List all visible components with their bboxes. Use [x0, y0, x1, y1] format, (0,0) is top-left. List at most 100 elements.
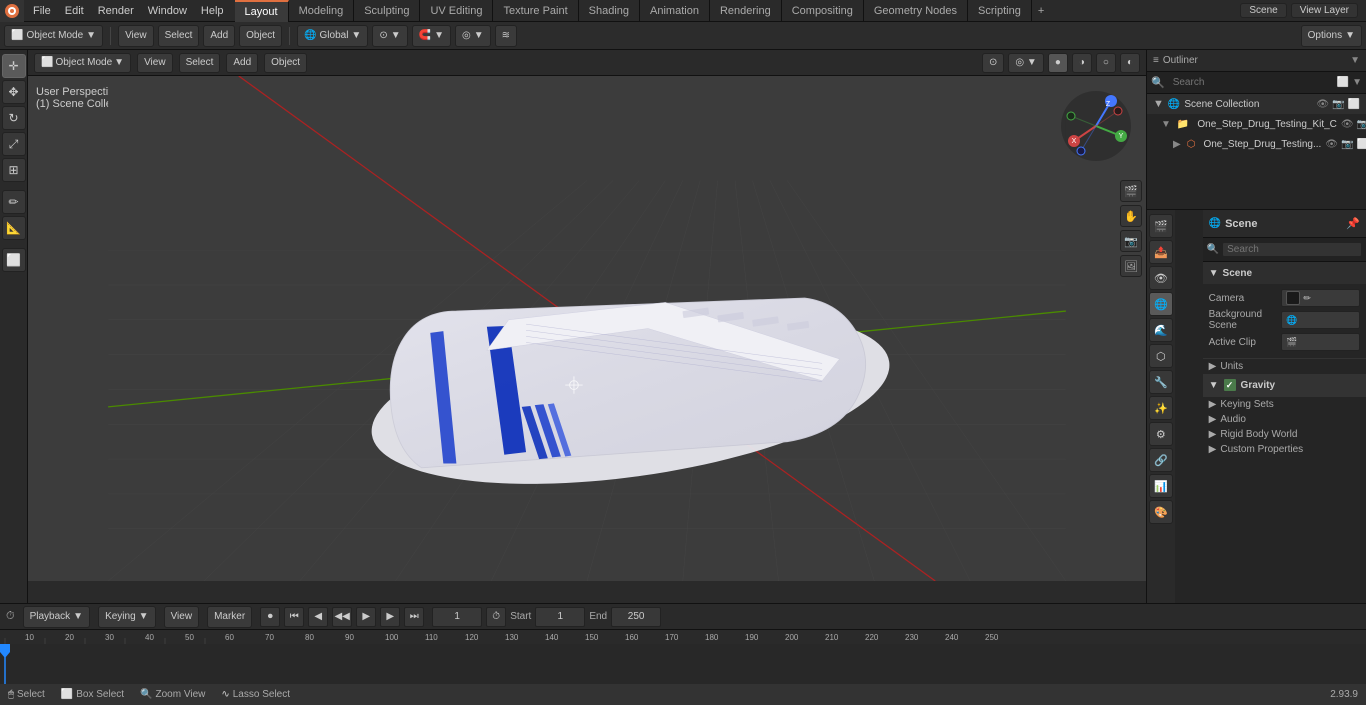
move-tool[interactable]: ✥: [2, 80, 26, 104]
image-icon-btn[interactable]: 🖼: [1120, 255, 1142, 277]
workspace-tab-scripting[interactable]: Scripting: [968, 0, 1032, 22]
marker-dropdown[interactable]: Marker: [207, 606, 252, 628]
menu-edit[interactable]: Edit: [58, 0, 91, 22]
workspace-tab-compositing[interactable]: Compositing: [782, 0, 864, 22]
props-tab-view[interactable]: 👁: [1149, 266, 1173, 290]
props-tab-modifier[interactable]: 🔧: [1149, 370, 1173, 394]
gravity-header[interactable]: ▼ ✓ Gravity: [1203, 374, 1366, 396]
jump-end-btn[interactable]: ⏭: [404, 607, 424, 627]
background-scene-value[interactable]: 🌐: [1281, 311, 1360, 329]
viewport-shading-mat[interactable]: ◐: [1120, 53, 1140, 73]
menu-window[interactable]: Window: [141, 0, 194, 22]
item-eye-0[interactable]: 👁: [1341, 119, 1354, 130]
scale-tool[interactable]: ⤢: [2, 132, 26, 156]
viewport-canvas[interactable]: [28, 76, 1146, 581]
scene-selector[interactable]: Scene: [1240, 3, 1286, 18]
props-tab-particles[interactable]: ✨: [1149, 396, 1173, 420]
props-tab-object[interactable]: ⬡: [1149, 344, 1173, 368]
snapping-btn[interactable]: 🧲 ▼: [412, 25, 451, 47]
play-btn[interactable]: ▶: [356, 607, 376, 627]
item-render-1[interactable]: 📷: [1341, 139, 1353, 150]
keying-dropdown[interactable]: Keying ▼: [98, 606, 155, 628]
units-section[interactable]: ▶ Units: [1203, 359, 1366, 374]
props-tab-world[interactable]: 🌊: [1149, 318, 1173, 342]
add-cube-tool[interactable]: ⬜: [2, 248, 26, 272]
viewport-view-btn[interactable]: View: [137, 53, 173, 73]
timeline-track[interactable]: [0, 644, 1366, 684]
menu-help[interactable]: Help: [194, 0, 231, 22]
exclude-icon[interactable]: ⬜: [1348, 99, 1360, 110]
options-btn[interactable]: Options ▼: [1301, 25, 1362, 47]
view-dropdown[interactable]: View: [164, 606, 200, 628]
object-menu[interactable]: Object: [239, 25, 282, 47]
workspace-tab-geometry[interactable]: Geometry Nodes: [864, 0, 968, 22]
pin-icon[interactable]: 📌: [1346, 218, 1360, 230]
annotate-tool[interactable]: ✏: [2, 190, 26, 214]
pivot-btn[interactable]: ⊙ ▼: [372, 25, 407, 47]
scene-collection-row[interactable]: ▼ 🌐 Scene Collection 👁 📷 ⬜: [1147, 94, 1366, 114]
timeline-ruler[interactable]: 10 20 30 40 50 60 70 80 90 100 110 120 1…: [0, 630, 1366, 644]
outliner-filter-toggle[interactable]: ▼: [1352, 77, 1362, 88]
jump-start-btn[interactable]: ⏮: [284, 607, 304, 627]
item-eye-1[interactable]: 👁: [1325, 139, 1338, 150]
camera-value[interactable]: ✏: [1281, 289, 1360, 307]
menu-render[interactable]: Render: [91, 0, 141, 22]
viewport-object-btn[interactable]: Object: [264, 53, 307, 73]
props-tab-scene[interactable]: 🌐: [1149, 292, 1173, 316]
frame-fps-icon[interactable]: ⏱: [486, 607, 506, 627]
play-reverse-btn[interactable]: ◀◀: [332, 607, 352, 627]
viewport-shading-wire[interactable]: ○: [1096, 53, 1116, 73]
workspace-tab-layout[interactable]: Layout: [235, 0, 289, 22]
start-frame-input[interactable]: [535, 607, 585, 627]
keying-section[interactable]: ▶ Keying Sets: [1203, 397, 1366, 412]
menu-file[interactable]: File: [26, 0, 58, 22]
active-clip-value[interactable]: 🎬: [1281, 333, 1360, 351]
view-layer-selector[interactable]: View Layer: [1291, 3, 1358, 18]
props-tab-constraints[interactable]: 🔗: [1149, 448, 1173, 472]
viewport-shading-solid[interactable]: ●: [1048, 53, 1068, 73]
props-tab-data[interactable]: 📊: [1149, 474, 1173, 498]
outliner-sort-icon[interactable]: ⬜: [1337, 77, 1349, 88]
tab-add-button[interactable]: +: [1032, 3, 1050, 19]
eye-icon[interactable]: 👁: [1316, 99, 1329, 110]
add-menu[interactable]: Add: [203, 25, 235, 47]
viewport-mode-btn[interactable]: ⬜ Object Mode ▼: [34, 53, 131, 73]
transform-tool[interactable]: ⊞: [2, 158, 26, 182]
scene-section-header[interactable]: ▼ Scene: [1203, 262, 1366, 284]
hand-icon-btn[interactable]: ✋: [1120, 205, 1142, 227]
select-menu[interactable]: Select: [158, 25, 200, 47]
prev-frame-btn[interactable]: ◀: [308, 607, 328, 627]
props-tab-render[interactable]: 🎬: [1149, 214, 1173, 238]
record-btn[interactable]: ⏺: [260, 607, 280, 627]
outliner-search-input[interactable]: [1169, 76, 1337, 89]
viewport[interactable]: ⬜ Object Mode ▼ View Select Add Object ⊙…: [28, 50, 1146, 603]
rotate-tool[interactable]: ↻: [2, 106, 26, 130]
mode-dropdown[interactable]: ⬜ Object Mode ▼: [4, 25, 103, 47]
workspace-tab-sculpting[interactable]: Sculpting: [354, 0, 420, 22]
rigid-body-section[interactable]: ▶ Rigid Body World: [1203, 427, 1366, 442]
end-frame-input[interactable]: [611, 607, 661, 627]
workspace-tab-rendering[interactable]: Rendering: [710, 0, 782, 22]
render-icon[interactable]: 📷: [1332, 99, 1344, 110]
measure-tool[interactable]: 📐: [2, 216, 26, 240]
gravity-checkbox[interactable]: ✓: [1223, 378, 1237, 392]
item-render-0[interactable]: 📷: [1357, 119, 1366, 130]
playback-dropdown[interactable]: Playback ▼: [23, 606, 90, 628]
nav-gizmo[interactable]: Z Y X: [1056, 86, 1136, 166]
viewport-gizmo-btn[interactable]: ⊙: [982, 53, 1004, 73]
props-search-input[interactable]: [1222, 242, 1362, 257]
custom-props-section[interactable]: ▶ Custom Properties: [1203, 442, 1366, 457]
item-select-1[interactable]: ⬜: [1356, 139, 1366, 150]
workspace-tab-uv[interactable]: UV Editing: [420, 0, 493, 22]
cursor-tool[interactable]: ✛: [2, 54, 26, 78]
viewport-select-btn[interactable]: Select: [179, 53, 221, 73]
grease-btn[interactable]: ≋: [495, 25, 517, 47]
viewport-shading-render[interactable]: ◑: [1072, 53, 1092, 73]
outliner-filter-icon[interactable]: ▼: [1350, 55, 1360, 66]
proportional-btn[interactable]: ◎ ▼: [455, 25, 491, 47]
props-tab-output[interactable]: 📤: [1149, 240, 1173, 264]
outliner-item-1[interactable]: ▶ ⬡ One_Step_Drug_Testing... 👁 📷 ⬜: [1147, 134, 1366, 154]
view-menu[interactable]: View: [118, 25, 154, 47]
outliner-item-0[interactable]: ▼ 📁 One_Step_Drug_Testing_Kit_C 👁 📷 ⬜: [1147, 114, 1366, 134]
next-frame-btn[interactable]: ▶: [380, 607, 400, 627]
